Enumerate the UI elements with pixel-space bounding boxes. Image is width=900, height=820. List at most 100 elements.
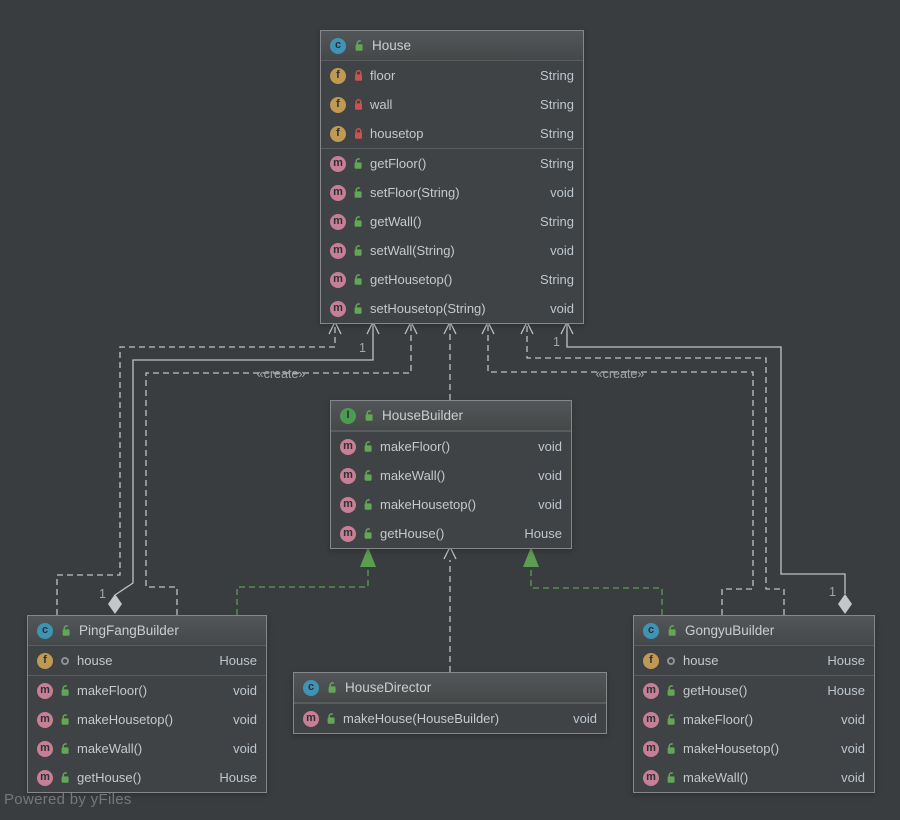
- class-icon: c: [330, 38, 346, 54]
- member-type: void: [223, 712, 257, 727]
- method-row-makefloor[interactable]: m makeFloor() void: [331, 432, 571, 461]
- method-row-makefloor[interactable]: mmakeFloor()void: [28, 676, 266, 705]
- method-row-makehousetop[interactable]: mmakeHousetop()void: [634, 734, 874, 763]
- class-header-pingfangbuilder[interactable]: c PingFangBuilder: [28, 616, 266, 646]
- method-row-getfloor[interactable]: mgetFloor()String: [321, 149, 583, 178]
- method-icon: m: [303, 711, 319, 727]
- member-type: String: [530, 272, 574, 287]
- member-type: House: [209, 653, 257, 668]
- method-icon: m: [330, 156, 346, 172]
- fields-section: ffloorString f wall StringfhousetopString: [321, 61, 583, 148]
- class-box-gongyubuilder[interactable]: c GongyuBuilder fhouseHouse mgetHouse()H…: [633, 615, 875, 793]
- method-icon: m: [330, 243, 346, 259]
- class-box-pingfangbuilder[interactable]: c PingFangBuilder f house House m makeFloor…: [27, 615, 267, 793]
- method-icon: m: [37, 712, 53, 728]
- field-row-housetop[interactable]: fhousetopString: [321, 119, 583, 148]
- method-row-makehousetop[interactable]: mmakeHousetop()void: [331, 490, 571, 519]
- member-type: void: [831, 712, 865, 727]
- method-icon: m: [340, 468, 356, 484]
- member-type: void: [540, 243, 574, 258]
- method-row-gethouse[interactable]: mgetHouse()House: [331, 519, 571, 548]
- public-unlock-icon: [362, 527, 374, 540]
- public-unlock-icon: [60, 624, 72, 637]
- multiplicity-label: 1: [829, 585, 836, 599]
- member-name: house: [683, 653, 718, 668]
- member-name: makeWall(): [77, 741, 142, 756]
- method-icon: m: [330, 301, 346, 317]
- public-unlock-icon: [665, 713, 677, 726]
- public-unlock-icon: [352, 244, 364, 257]
- class-box-house[interactable]: c House ffloorStringfwallStringfhousetop…: [320, 30, 584, 324]
- methods-section: mmakeFloor()voidmmakeWall()voidmmakeHous…: [331, 431, 571, 548]
- member-type: void: [223, 741, 257, 756]
- realization-edge-gongyubuilder-housebuilder[interactable]: [531, 567, 662, 615]
- class-box-housedirector[interactable]: c HouseDirector m makeHouse(HouseBuilder)…: [293, 672, 607, 734]
- fields-section: fhouseHouse: [634, 646, 874, 675]
- method-row-makewall[interactable]: mmakeWall()void: [28, 734, 266, 763]
- method-row-sethousetopstring[interactable]: m setHousetop(String) void: [321, 294, 583, 323]
- realization-edge-pingfangbuilder-housebuilder[interactable]: [237, 567, 368, 615]
- method-icon: m: [340, 497, 356, 513]
- method-row-gethouse[interactable]: mgetHouse()House: [634, 676, 874, 705]
- private-lock-icon: [352, 98, 364, 111]
- method-row-setwallstring[interactable]: m setWall(String) void: [321, 236, 583, 265]
- method-row-gethousetop[interactable]: mgetHousetop()String: [321, 265, 583, 294]
- field-icon: f: [37, 653, 53, 669]
- association-edge-gongyubuilder-house[interactable]: [567, 323, 845, 594]
- member-type: String: [530, 214, 574, 229]
- method-row-getwall[interactable]: mgetWall()String: [321, 207, 583, 236]
- public-unlock-icon: [665, 771, 677, 784]
- class-title: HouseDirector: [345, 680, 431, 695]
- public-unlock-icon: [59, 742, 71, 755]
- field-row-house[interactable]: fhouseHouse: [634, 646, 874, 675]
- member-type: void: [223, 683, 257, 698]
- class-title: House: [372, 38, 411, 53]
- class-icon: c: [303, 680, 319, 696]
- class-icon: c: [37, 623, 53, 639]
- class-header-housebuilder[interactable]: I HouseBuilder: [331, 401, 571, 431]
- class-title: HouseBuilder: [382, 408, 463, 423]
- member-name: makeHouse(HouseBuilder): [343, 711, 499, 726]
- methods-section: mgetHouse()HousemmakeFloor()voidmmakeHou…: [634, 675, 874, 792]
- public-unlock-icon: [59, 771, 71, 784]
- member-name: makeFloor(): [77, 683, 147, 698]
- method-row-gethouse[interactable]: mgetHouse()House: [28, 763, 266, 792]
- member-type: void: [528, 468, 562, 483]
- method-row-setfloorstring[interactable]: msetFloor(String)void: [321, 178, 583, 207]
- public-unlock-icon: [59, 713, 71, 726]
- class-icon: c: [643, 623, 659, 639]
- method-row-makehousehousebuilder[interactable]: mmakeHouse(HouseBuilder)void: [294, 704, 606, 733]
- method-icon: m: [330, 185, 346, 201]
- method-row-makehousetop[interactable]: mmakeHousetop()void: [28, 705, 266, 734]
- field-row-house[interactable]: f house House: [28, 646, 266, 675]
- field-icon: f: [643, 653, 659, 669]
- member-name: makeFloor(): [380, 439, 450, 454]
- member-type: void: [831, 741, 865, 756]
- public-unlock-icon: [362, 440, 374, 453]
- class-header-gongyubuilder[interactable]: c GongyuBuilder: [634, 616, 874, 646]
- class-header-house[interactable]: c House: [321, 31, 583, 61]
- public-unlock-icon: [665, 684, 677, 697]
- method-row-makewall[interactable]: mmakeWall()void: [634, 763, 874, 792]
- class-header-housedirector[interactable]: c HouseDirector: [294, 673, 606, 703]
- member-type: void: [528, 497, 562, 512]
- method-row-makefloor[interactable]: mmakeFloor()void: [634, 705, 874, 734]
- member-type: void: [540, 301, 574, 316]
- member-name: wall: [370, 97, 392, 112]
- member-name: setHousetop(String): [370, 301, 486, 316]
- member-name: house: [77, 653, 112, 668]
- public-unlock-icon: [352, 273, 364, 286]
- create-stereotype-label: «create»: [596, 367, 645, 381]
- field-row-wall[interactable]: fwallString: [321, 90, 583, 119]
- method-icon: m: [340, 439, 356, 455]
- field-icon: f: [330, 97, 346, 113]
- member-name: getHouse(): [380, 526, 444, 541]
- member-type: String: [530, 126, 574, 141]
- class-title: PingFangBuilder: [79, 623, 179, 638]
- interface-box-housebuilder[interactable]: I HouseBuilder mmakeFloor()voidmmakeWall…: [330, 400, 572, 549]
- member-name: setWall(String): [370, 243, 455, 258]
- member-type: void: [528, 439, 562, 454]
- field-row-floor[interactable]: ffloorString: [321, 61, 583, 90]
- method-row-makewall[interactable]: mmakeWall()void: [331, 461, 571, 490]
- member-name: makeWall(): [683, 770, 748, 785]
